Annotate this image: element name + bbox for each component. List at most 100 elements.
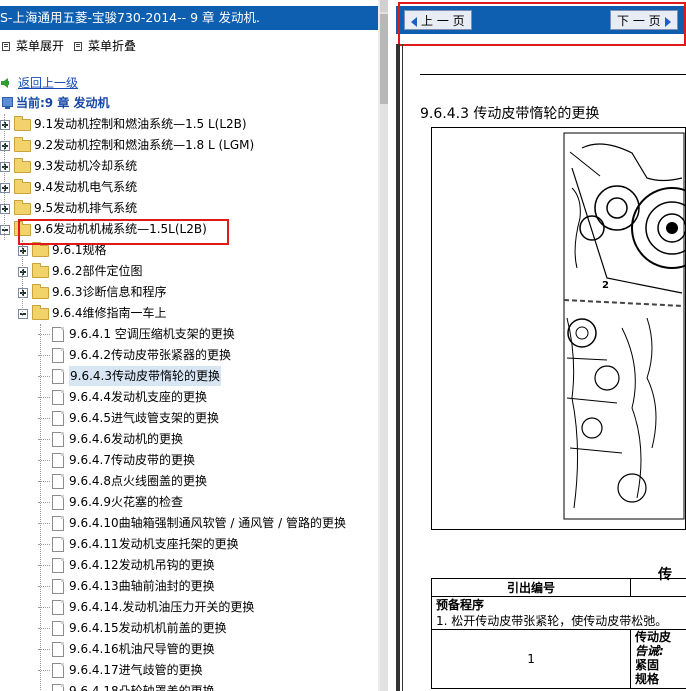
scroll-up-button[interactable] (380, 0, 388, 12)
next-page-label: 下 一 页 (617, 14, 661, 28)
expand-toggle-icon[interactable] (0, 183, 10, 193)
scroll-thumb[interactable] (380, 14, 388, 104)
row-number: 1 (430, 629, 632, 689)
tree-folder-item[interactable]: 9.6.4维修指南一车上 (0, 303, 378, 323)
tree-item-label: 9.6.4.10曲轴箱强制通风软管 / 通风管 / 管路的更换 (69, 516, 346, 530)
section-title: 9.6.4.3 传动皮带惰轮的更换 (420, 106, 600, 122)
window-title: S-上海通用五菱-宝骏730-2014-- 9 章 发动机. (0, 10, 261, 25)
menu-collapse-button[interactable]: 菜单折叠 (72, 37, 136, 54)
table-header-row: 引出编号 (430, 578, 686, 597)
expand-toggle-icon[interactable] (18, 288, 28, 298)
tree-folder-item[interactable]: 9.6.2部件定位图 (0, 261, 378, 281)
expand-toggle-icon[interactable] (0, 204, 10, 214)
back-link[interactable]: 返回上一级 (18, 74, 78, 92)
row-text-line: 传动皮 (635, 630, 672, 645)
tree-folder-item[interactable]: 9.6发动机机械系统—1.5L(L2B) (0, 219, 378, 239)
tree-item-label: 9.6.4.4发动机支座的更换 (69, 390, 207, 404)
tree-doc-item[interactable]: 9.6.4.17进气歧管的更换 (0, 660, 378, 680)
tree-item-label: 9.6.4.16机油尺导管的更换 (69, 642, 215, 656)
prep-title: 预备程序 (436, 598, 485, 612)
tree-doc-item[interactable]: 9.6.4.18凸轮轴罩盖的更换 (0, 681, 378, 691)
tree-doc-item[interactable]: 9.6.4.10曲轴箱强制通风软管 / 通风管 / 管路的更换 (0, 513, 378, 533)
tree-doc-item[interactable]: 9.6.4.14.发动机油压力开关的更换 (0, 597, 378, 617)
tree-folder-item[interactable]: 9.6.3诊断信息和程序 (0, 282, 378, 302)
callout-header: 引出编号 (430, 578, 632, 597)
document-icon (52, 516, 64, 531)
folder-icon (14, 200, 31, 215)
document-pane: 上 一 页 下 一 页 9.6.4.3 传动皮带惰轮的更换 2 传 引出编号 预… (396, 0, 686, 691)
document-icon (52, 411, 64, 426)
tree-guide-line (4, 114, 5, 240)
left-scrollbar[interactable] (380, 0, 388, 691)
tree-item-label: 9.6.4.2传动皮带张紧器的更换 (69, 348, 231, 362)
expand-toggle-icon[interactable] (0, 162, 10, 172)
collapse-toggle-icon[interactable] (0, 225, 10, 235)
menu-expand-button[interactable]: 菜单展开 (0, 37, 64, 54)
tree-item-label: 9.6.4.5进气歧管支架的更换 (69, 411, 219, 425)
document-icon (52, 579, 64, 594)
tree-folder-item[interactable]: 9.3发动机冷却系统 (0, 156, 378, 176)
tree-doc-item[interactable]: 9.6.4.2传动皮带张紧器的更换 (0, 345, 378, 365)
tree-folder-item[interactable]: 9.6.1规格 (0, 240, 378, 260)
prep-step: 1. 松开传动皮带张紧轮，使传动皮带松弛。 (436, 614, 668, 628)
folder-icon (32, 284, 49, 299)
tree-folder-item[interactable]: 9.2发动机控制和燃油系统—1.8 L (LGM) (0, 135, 378, 155)
tree-doc-item[interactable]: 9.6.4.11发动机支座托架的更换 (0, 534, 378, 554)
document-icon (52, 474, 64, 489)
page-nav-bar: 上 一 页 下 一 页 (396, 6, 686, 34)
window-title-bar: S-上海通用五菱-宝骏730-2014-- 9 章 发动机. (0, 6, 378, 30)
tree-item-label: 9.6.4.1 空调压缩机支架的更换 (69, 327, 235, 341)
tree-item-label: 9.6.4.18凸轮轴罩盖的更换 (69, 684, 215, 691)
document-icon (52, 432, 64, 447)
tree-item-label: 9.6.2部件定位图 (52, 264, 143, 278)
prev-page-button[interactable]: 上 一 页 (404, 10, 472, 30)
tree-item-label: 9.6.4.6发动机的更换 (69, 432, 183, 446)
document-icon (52, 684, 64, 691)
tree-doc-item[interactable]: 9.6.4.1 空调压缩机支架的更换 (0, 324, 378, 344)
tree-doc-item[interactable]: 9.6.4.4发动机支座的更换 (0, 387, 378, 407)
tree-doc-item[interactable]: 9.6.4.3传动皮带惰轮的更换 (0, 366, 378, 386)
menu-collapse-icon (74, 42, 83, 51)
table-row: 1 传动皮 告诫: 紧固 规格 (430, 629, 686, 689)
tree-doc-item[interactable]: 9.6.4.16机油尺导管的更换 (0, 639, 378, 659)
tree-doc-item[interactable]: 9.6.4.13曲轴前油封的更换 (0, 576, 378, 596)
folder-icon (14, 158, 31, 173)
tree-item-label: 9.6.4.12发动机吊钩的更换 (69, 558, 215, 572)
arrow-right-icon (664, 16, 671, 27)
tree-item-label: 9.6.4.17进气歧管的更换 (69, 663, 203, 677)
expand-toggle-icon[interactable] (18, 246, 28, 256)
tree-folder-item[interactable]: 9.4发动机电气系统 (0, 177, 378, 197)
tree-doc-item[interactable]: 9.6.4.5进气歧管支架的更换 (0, 408, 378, 428)
tree-folder-item[interactable]: 9.1发动机控制和燃油系统—1.5 L(L2B) (0, 114, 378, 134)
expand-toggle-icon[interactable] (18, 267, 28, 277)
arrow-left-icon (411, 16, 417, 27)
folder-icon (32, 305, 49, 320)
expand-toggle-icon[interactable] (0, 141, 10, 151)
tree-doc-item[interactable]: 9.6.4.15发动机机前盖的更换 (0, 618, 378, 638)
figure-callout-number: 2 (602, 280, 609, 291)
tree-doc-item[interactable]: 9.6.4.6发动机的更换 (0, 429, 378, 449)
tree-guide-line (40, 324, 41, 691)
tree-doc-item[interactable]: 9.6.4.12发动机吊钩的更换 (0, 555, 378, 575)
computer-icon (2, 97, 13, 109)
next-page-button[interactable]: 下 一 页 (610, 10, 678, 30)
engine-illustration (563, 132, 685, 520)
collapse-toggle-icon[interactable] (18, 309, 28, 319)
tree-doc-item[interactable]: 9.6.4.9火花塞的检查 (0, 492, 378, 512)
folder-icon (14, 116, 31, 131)
tree-item-label: 9.2发动机控制和燃油系统—1.8 L (LGM) (34, 138, 255, 152)
tree-item-label: 9.6.1规格 (52, 243, 107, 257)
folder-icon (14, 179, 31, 194)
folder-icon (32, 263, 49, 278)
tree-item-label: 9.6.4.13曲轴前油封的更换 (69, 579, 215, 593)
folder-icon (14, 221, 31, 236)
pane-splitter[interactable] (378, 0, 388, 691)
header-rule (420, 74, 686, 75)
tree-doc-item[interactable]: 9.6.4.7传动皮带的更换 (0, 450, 378, 470)
tree-folder-item[interactable]: 9.5发动机排气系统 (0, 198, 378, 218)
expand-toggle-icon[interactable] (0, 120, 10, 130)
menu-expand-label: 菜单展开 (16, 39, 65, 53)
document-icon (52, 600, 64, 615)
tree-item-label: 9.6.4维修指南一车上 (52, 306, 167, 320)
tree-doc-item[interactable]: 9.6.4.8点火线圈盖的更换 (0, 471, 378, 491)
